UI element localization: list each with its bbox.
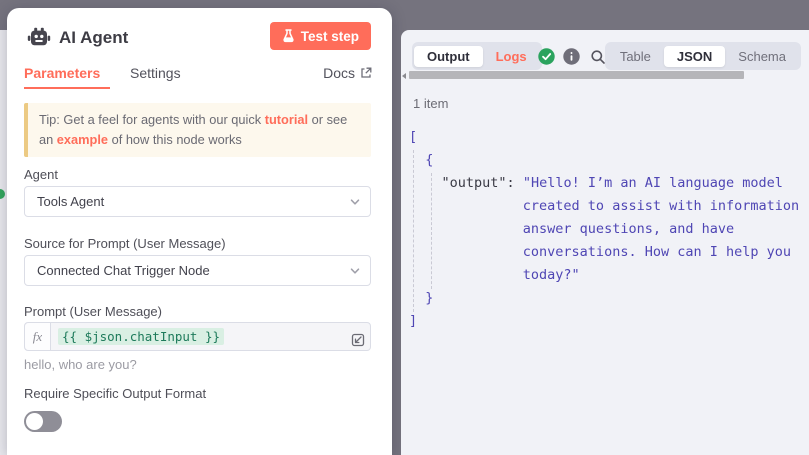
items-count: 1 item [413,96,448,111]
chevron-down-icon [349,265,361,280]
view-mode-tabs: Table JSON Schema [605,42,801,70]
external-link-icon [360,67,372,79]
node-input-connector [0,189,5,199]
docs-label: Docs [323,65,355,81]
test-step-button[interactable]: Test step [270,22,371,50]
agent-select-value: Tools Agent [37,194,104,209]
robot-icon [27,27,51,47]
node-title: AI Agent [59,28,128,48]
info-icon[interactable] [563,48,580,65]
json-brackets: [ { [409,129,442,191]
tip-banner: Tip: Get a feel for agents with our quic… [24,103,371,157]
prompt-source-select[interactable]: Connected Chat Trigger Node [24,255,371,286]
flask-icon [282,29,295,43]
json-output-view[interactable]: [ { "output": "Hello! I’m an AI language… [409,126,799,333]
json-brackets: } ] [409,290,433,329]
tab-parameters[interactable]: Parameters [24,65,100,81]
chevron-down-icon [349,196,361,211]
prompt-source-label: Source for Prompt (User Message) [24,236,226,251]
example-link[interactable]: example [57,132,108,147]
success-check-icon [538,48,555,65]
agent-select[interactable]: Tools Agent [24,186,371,217]
active-tab-underline [24,87,110,89]
tutorial-link[interactable]: tutorial [265,112,308,127]
output-panel: Output Logs Table JSON Schema [401,30,809,455]
node-header: AI Agent Test step [7,8,392,64]
expand-expression-icon[interactable] [351,333,365,347]
prompt-field-label: Prompt (User Message) [24,304,162,319]
tip-text: of how this node works [108,132,242,147]
horizontal-scrollbar[interactable] [409,71,744,79]
tip-text: Tip: Get a feel for agents with our quic… [39,112,265,127]
prompt-expression-value[interactable]: {{ $json.chatInput }} [58,328,224,345]
prompt-source-value: Connected Chat Trigger Node [37,263,210,278]
tab-output[interactable]: Output [414,46,483,67]
node-tabs: Parameters Settings Docs [7,65,392,91]
json-value: "Hello! I’m an AI language model created… [409,175,799,283]
output-format-label: Require Specific Output Format [24,386,206,401]
expression-result-preview: hello, who are you? [24,357,137,372]
fx-badge: fx [25,323,51,350]
docs-link[interactable]: Docs [323,65,372,81]
output-logs-tabs: Output Logs [412,42,542,70]
scroll-left-arrow[interactable] [402,73,406,79]
toggle-knob [26,413,43,430]
node-settings-card: AI Agent Test step Parameters Settings D… [7,8,392,455]
output-format-toggle[interactable] [24,411,62,432]
test-step-label: Test step [301,29,359,44]
view-json[interactable]: JSON [664,46,725,67]
agent-field-label: Agent [24,167,58,182]
tab-settings[interactable]: Settings [130,65,181,81]
screen: AI Agent Test step Parameters Settings D… [0,0,809,455]
view-table[interactable]: Table [607,46,664,67]
json-separator: : [507,175,523,191]
prompt-expression-input[interactable]: fx {{ $json.chatInput }} [24,322,371,351]
view-schema[interactable]: Schema [725,46,799,67]
tab-logs[interactable]: Logs [483,46,540,67]
json-key: "output" [442,175,507,191]
